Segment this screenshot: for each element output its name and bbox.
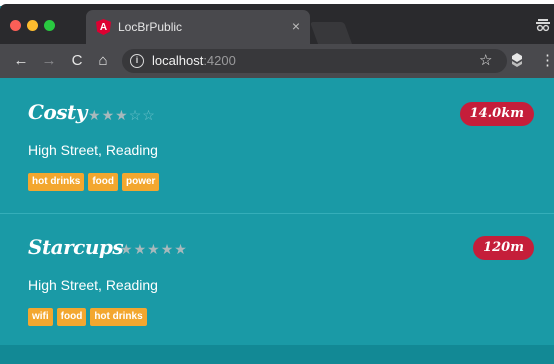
facility-tag: hot drinks — [28, 173, 85, 191]
back-arrow-icon[interactable]: ← — [12, 51, 30, 71]
distance-badge: 14.0km — [459, 102, 534, 126]
url-host: localhost — [152, 53, 204, 68]
facilities-list: hot drinks food power — [28, 173, 160, 191]
location-card[interactable]: Costy ★★★☆☆ 14.0km High Street, Reading … — [0, 78, 554, 214]
distance-badge: 120m — [473, 236, 534, 260]
location-name[interactable]: Starcups — [28, 235, 124, 259]
tab-title: LocBrPublic — [118, 20, 183, 34]
incognito-profile-icon[interactable] — [536, 16, 550, 32]
star-filled-icon: ★ — [115, 107, 129, 123]
new-tab-button[interactable] — [309, 22, 353, 44]
minimize-window-button[interactable] — [27, 20, 38, 31]
location-name[interactable]: Costy — [28, 100, 87, 124]
facility-tag: food — [56, 308, 87, 326]
star-rating: ★★★☆☆ — [88, 107, 156, 124]
star-empty-icon: ☆ — [142, 107, 156, 123]
star-filled-icon: ★ — [160, 241, 175, 257]
next-card-edge — [0, 345, 554, 364]
angular-favicon-icon: A — [96, 19, 111, 35]
facilities-list: wifi food hot drinks — [28, 308, 147, 326]
tab-strip: A LocBrPublic × — [0, 4, 554, 44]
url-text[interactable]: localhost:4200 — [152, 53, 236, 68]
location-card[interactable]: Starcups ★★★★★ 120m High Street, Reading… — [0, 215, 554, 345]
facility-tag: hot drinks — [90, 308, 147, 326]
forward-arrow-icon[interactable]: → — [40, 51, 58, 71]
facility-tag: wifi — [28, 308, 53, 326]
url-port: :4200 — [203, 53, 236, 68]
star-empty-icon: ☆ — [128, 107, 143, 123]
star-filled-icon: ★ — [101, 107, 116, 123]
location-address: High Street, Reading — [28, 277, 158, 293]
tab-close-icon[interactable]: × — [292, 18, 300, 34]
extension-icon[interactable] — [510, 52, 524, 70]
star-filled-icon: ★ — [174, 241, 188, 257]
facility-tag: power — [122, 173, 160, 191]
home-icon[interactable]: ⌂ — [94, 51, 112, 71]
location-address: High Street, Reading — [28, 142, 158, 158]
browser-toolbar: ← → C ⌂ i localhost:4200 ☆ ⋮ — [0, 44, 554, 78]
page-content: Costy ★★★☆☆ 14.0km High Street, Reading … — [0, 78, 554, 364]
bookmark-star-icon[interactable]: ☆ — [479, 52, 492, 70]
star-filled-icon: ★ — [88, 107, 102, 123]
reload-icon[interactable]: C — [68, 51, 86, 71]
menu-icon[interactable]: ⋮ — [540, 53, 554, 69]
facility-tag: food — [88, 173, 118, 191]
address-bar[interactable]: i localhost:4200 — [122, 49, 507, 73]
star-filled-icon: ★ — [133, 241, 148, 257]
star-rating: ★★★★★ — [120, 241, 188, 258]
browser-window: A LocBrPublic × ← → C ⌂ i localhost:4200… — [0, 0, 554, 364]
star-filled-icon: ★ — [147, 241, 161, 257]
star-filled-icon: ★ — [120, 241, 134, 257]
maximize-window-button[interactable] — [44, 20, 55, 31]
info-icon[interactable]: i — [130, 54, 144, 68]
browser-tab[interactable]: A LocBrPublic × — [86, 10, 310, 44]
close-window-button[interactable] — [10, 20, 21, 31]
